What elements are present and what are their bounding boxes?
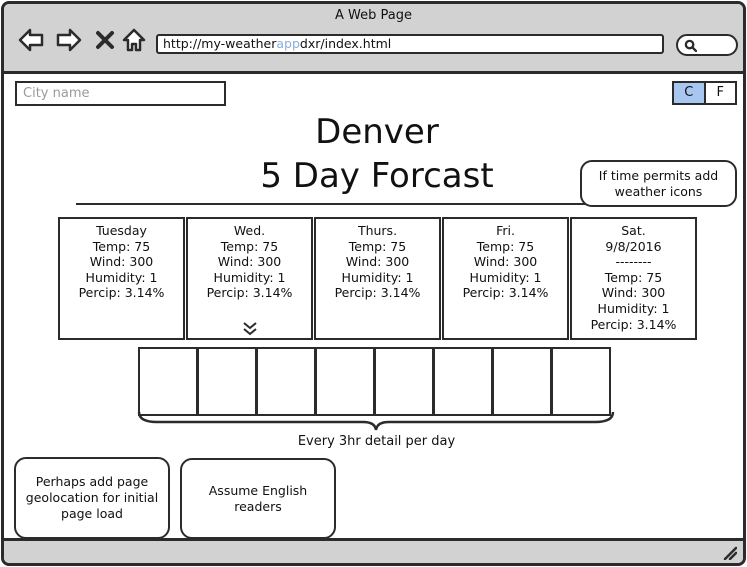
day-precip: Percip: 3.14% xyxy=(206,285,293,301)
day-humidity: Humidity: 1 xyxy=(341,269,414,285)
day-wind: Wind: 300 xyxy=(473,254,538,270)
day-divider: -------- xyxy=(615,254,652,270)
day-precip: Percip: 3.14% xyxy=(590,316,677,332)
hourly-slot[interactable] xyxy=(197,347,257,416)
window-title: A Web Page xyxy=(335,8,412,23)
note-geolocation: Perhaps add page geolocation for initial… xyxy=(14,457,170,539)
day-name: Fri. xyxy=(496,223,515,238)
day-humidity: Humidity: 1 xyxy=(469,269,542,285)
forecast-heading: 5 Day Forcast xyxy=(260,156,494,196)
day-name: Tuesday xyxy=(96,223,147,238)
day-date: 9/8/2016 xyxy=(605,238,662,254)
hourly-brace xyxy=(137,411,615,431)
day-precip: Percip: 3.14% xyxy=(334,285,421,301)
fahrenheit-button[interactable]: F xyxy=(706,83,736,103)
browser-search-box[interactable] xyxy=(676,34,738,56)
day-name: Thurs. xyxy=(357,223,398,238)
unit-toggle: C F xyxy=(672,81,737,105)
url-suffix: dxr/index.html xyxy=(299,36,392,51)
day-precip: Percip: 3.14% xyxy=(462,285,549,301)
city-heading: Denver xyxy=(315,112,439,152)
home-button[interactable] xyxy=(119,26,149,54)
note-geolocation-line: page load xyxy=(61,506,123,521)
day-humidity: Humidity: 1 xyxy=(85,269,158,285)
celsius-button[interactable]: C xyxy=(674,83,706,103)
browser-toolbar: A Web Page http://my-weatherappdxr/index… xyxy=(4,4,743,74)
note-geolocation-line: geolocation for initial xyxy=(25,490,159,505)
note-weather-icons-line: weather icons xyxy=(614,183,703,199)
day-wind: Wind: 300 xyxy=(345,254,410,270)
hourly-slot[interactable] xyxy=(433,347,493,416)
hourly-slot[interactable] xyxy=(138,347,198,416)
city-name-input[interactable]: City name xyxy=(15,81,226,106)
forward-button[interactable] xyxy=(54,26,84,54)
url-highlight: app xyxy=(276,36,300,51)
day-wind: Wind: 300 xyxy=(89,254,154,270)
note-english-line: readers xyxy=(234,498,282,514)
back-arrow-icon xyxy=(18,28,44,52)
day-name: Wed. xyxy=(233,223,266,238)
url-prefix: http://my-weather xyxy=(163,36,277,51)
day-wind: Wind: 300 xyxy=(601,285,666,301)
back-button[interactable] xyxy=(16,26,46,54)
hourly-caption: Every 3hr detail per day xyxy=(297,434,456,449)
day-card-saturday[interactable]: Sat. 9/8/2016 -------- Temp: 75 Wind: 30… xyxy=(570,217,697,340)
note-weather-icons: If time permits add weather icons xyxy=(580,160,737,207)
forward-arrow-icon xyxy=(56,28,82,52)
day-humidity: Humidity: 1 xyxy=(597,300,670,316)
address-bar[interactable]: http://my-weatherappdxr/index.html xyxy=(156,34,664,54)
day-temp: Temp: 75 xyxy=(348,238,407,254)
day-temp: Temp: 75 xyxy=(604,269,663,285)
stop-button[interactable] xyxy=(90,26,120,54)
day-card-tuesday[interactable]: Tuesday Temp: 75 Wind: 300 Humidity: 1 P… xyxy=(58,217,185,340)
note-weather-icons-line: If time permits add xyxy=(598,167,719,183)
day-wind: Wind: 300 xyxy=(217,254,282,270)
day-temp: Temp: 75 xyxy=(92,238,151,254)
day-precip: Percip: 3.14% xyxy=(78,285,165,301)
day-card-friday[interactable]: Fri. Temp: 75 Wind: 300 Humidity: 1 Perc… xyxy=(442,217,569,340)
double-chevron-down-icon[interactable] xyxy=(242,322,258,336)
hourly-slot[interactable] xyxy=(551,347,611,416)
heading-divider xyxy=(76,203,588,205)
hourly-slot[interactable] xyxy=(374,347,434,416)
status-bar xyxy=(4,538,743,563)
resize-grip-icon[interactable] xyxy=(723,546,737,560)
home-icon xyxy=(122,28,146,52)
hourly-slot[interactable] xyxy=(492,347,552,416)
day-temp: Temp: 75 xyxy=(476,238,535,254)
note-english-line: Assume English xyxy=(208,482,308,498)
day-temp: Temp: 75 xyxy=(220,238,279,254)
day-card-thursday[interactable]: Thurs. Temp: 75 Wind: 300 Humidity: 1 Pe… xyxy=(314,217,441,340)
day-humidity: Humidity: 1 xyxy=(213,269,286,285)
hourly-slot[interactable] xyxy=(315,347,375,416)
close-icon xyxy=(96,31,114,49)
search-icon xyxy=(684,39,697,52)
note-geolocation-line: Perhaps add page xyxy=(35,474,149,489)
hourly-slot[interactable] xyxy=(256,347,316,416)
browser-window: A Web Page http://my-weatherappdxr/index… xyxy=(1,1,746,566)
note-english-readers: Assume English readers xyxy=(180,458,336,539)
day-name: Sat. xyxy=(621,223,646,238)
